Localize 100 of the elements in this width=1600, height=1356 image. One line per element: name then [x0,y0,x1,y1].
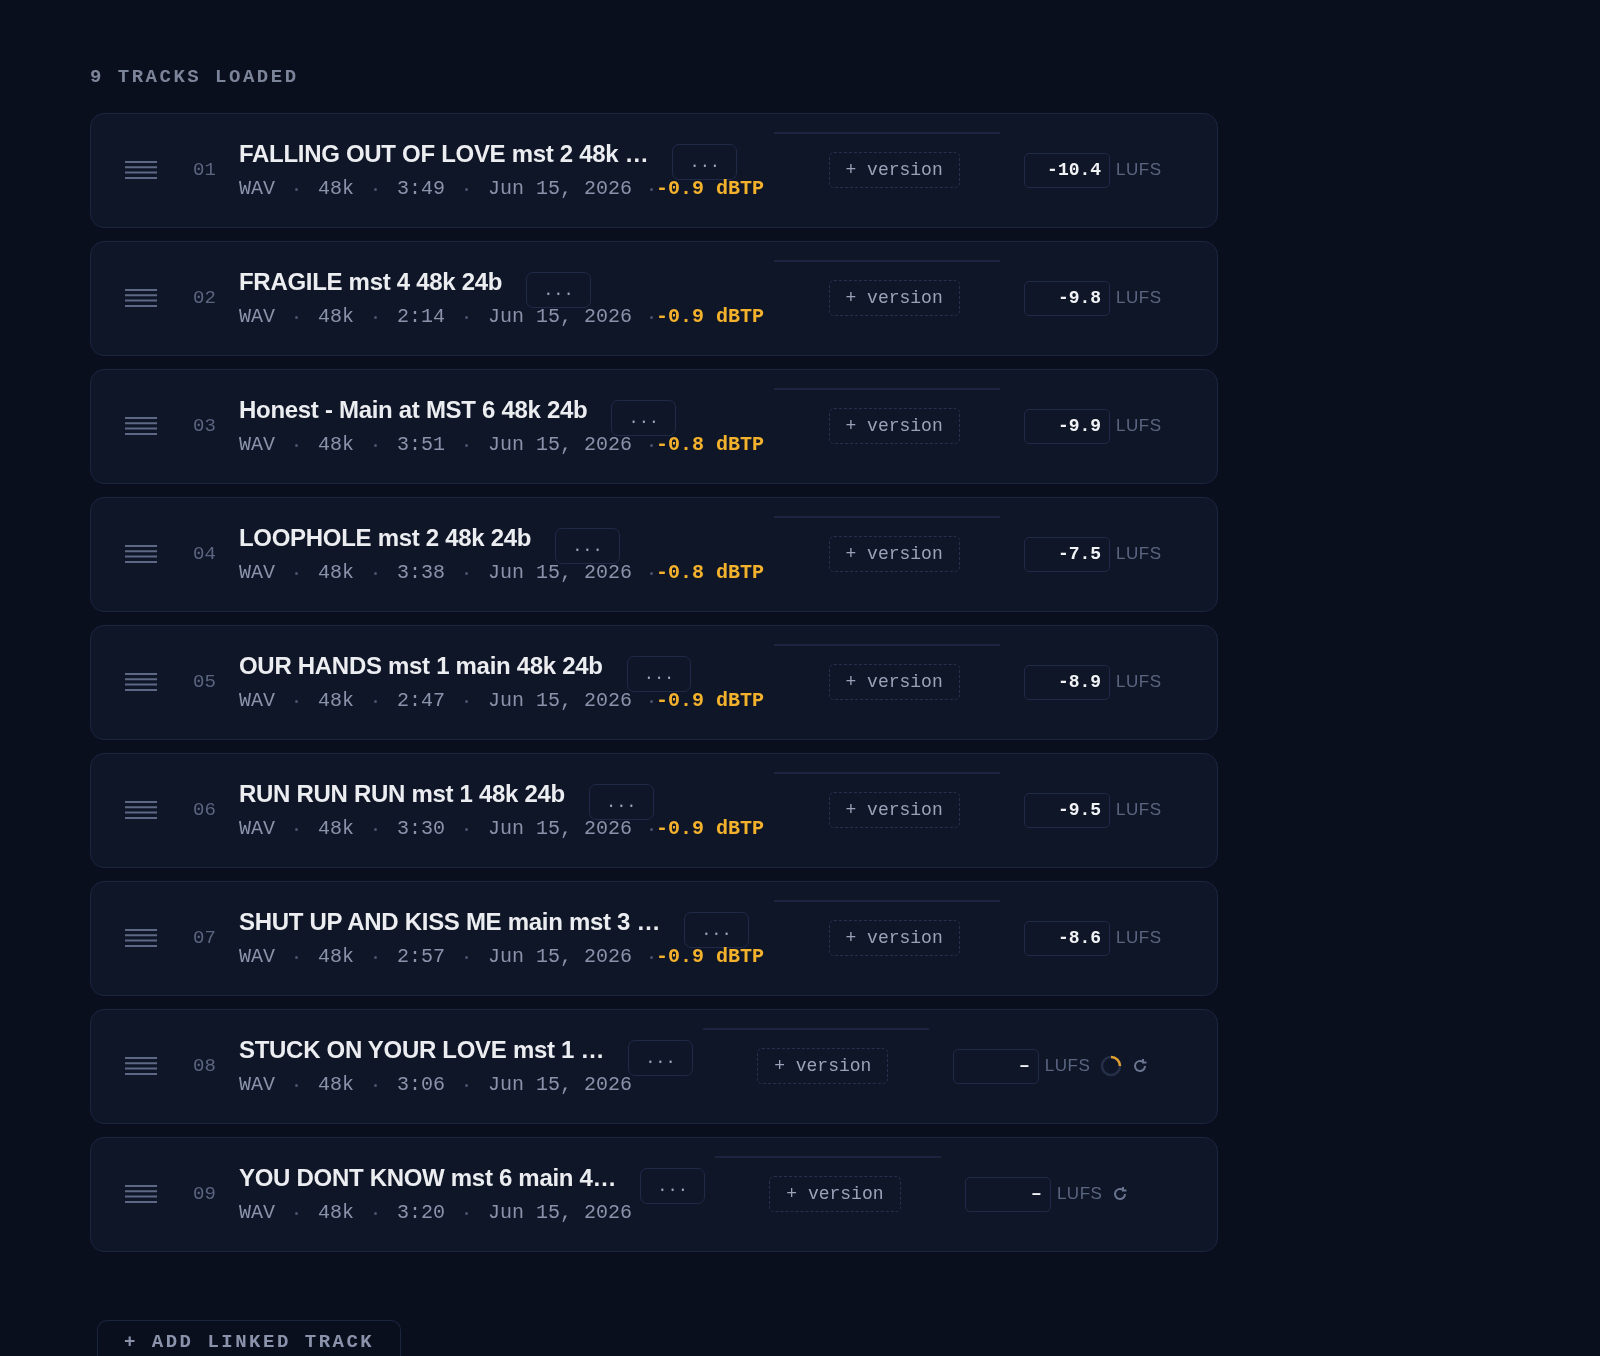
file-format: WAV [239,816,275,842]
track-title: LOOPHOLE mst 2 48k 24b [239,523,532,553]
duration: 3:20 [397,1200,446,1226]
sample-rate: 48k [318,816,355,842]
lufs-unit: LUFS [1116,927,1162,950]
track-number: 03 [193,413,217,439]
lufs-unit: LUFS [1116,671,1162,694]
drag-handle-icon[interactable] [125,289,157,307]
more-button[interactable]: ... [626,656,692,692]
track-number: 09 [193,1181,217,1207]
file-format: WAV [239,176,275,202]
file-format: WAV [239,432,275,458]
track-number: 07 [193,925,217,951]
lufs-unit: LUFS [1116,287,1162,310]
file-format: WAV [239,1200,275,1226]
track-number: 08 [193,1053,217,1079]
track-number: 02 [193,285,217,311]
lufs-field[interactable]: – [952,1048,1039,1084]
sample-rate: 48k [318,304,355,330]
add-version-button[interactable]: + version [828,664,960,700]
track-title: FRAGILE mst 4 48k 24b [239,267,503,297]
sample-rate: 48k [318,688,355,714]
drag-handle-icon[interactable] [125,929,157,947]
date: Jun 15, 2026 [488,1200,633,1226]
drag-handle-icon[interactable] [125,1057,157,1075]
refresh-icon[interactable] [1112,1186,1129,1202]
track-title: STUCK ON YOUR LOVE mst 1 … [239,1035,605,1065]
track-title: RUN RUN RUN mst 1 48k 24b [239,779,565,809]
track-title: OUR HANDS mst 1 main 48k 24b [239,651,603,681]
true-peak: -0.9 dBTP [656,304,765,330]
sample-rate: 48k [318,1072,355,1098]
sample-rate: 48k [318,1200,355,1226]
track-number: 01 [193,157,217,183]
lufs-unit: LUFS [1116,415,1162,438]
track-number: 05 [193,669,217,695]
more-button[interactable]: ... [684,912,749,948]
duration: 2:47 [397,688,446,714]
add-version-button[interactable]: + version [828,152,960,188]
more-button[interactable]: ... [611,400,677,436]
true-peak: -0.9 dBTP [656,816,765,842]
lufs-field[interactable]: -9.5 [1024,792,1111,828]
file-format: WAV [239,304,275,330]
more-button[interactable]: ... [640,1168,705,1204]
more-button[interactable]: ... [588,784,654,820]
drag-handle-icon[interactable] [125,417,157,435]
tracks-count-heading: 9 TRACKS LOADED [90,65,300,90]
track-title: SHUT UP AND KISS ME main mst 3 … [239,907,661,937]
duration: 2:14 [397,304,446,330]
duration: 3:51 [397,432,446,458]
file-format: WAV [239,560,275,586]
more-button[interactable]: ... [555,528,620,564]
drag-handle-icon[interactable] [125,161,157,179]
file-format: WAV [239,688,275,714]
sample-rate: 48k [318,432,355,458]
add-version-button[interactable]: + version [828,280,960,316]
track-number: 06 [193,797,217,823]
drag-handle-icon[interactable] [125,673,157,691]
add-version-button[interactable]: + version [757,1048,889,1084]
duration: 3:30 [397,816,446,842]
sample-rate: 48k [318,176,355,202]
lufs-field[interactable]: -7.5 [1024,536,1111,572]
drag-handle-icon[interactable] [125,545,157,563]
track-title: FALLING OUT OF LOVE mst 2 48k … [239,139,649,169]
date: Jun 15, 2026 [488,944,633,970]
add-version-button[interactable]: + version [769,1176,901,1212]
duration: 2:57 [397,944,446,970]
lufs-field[interactable]: -8.9 [1024,664,1111,700]
drag-handle-icon[interactable] [125,801,157,819]
more-button[interactable]: ... [628,1040,693,1076]
file-format: WAV [239,944,275,970]
duration: 3:38 [397,560,446,586]
lufs-field[interactable]: – [964,1176,1051,1212]
track-title: Honest - Main at MST 6 48k 24b [239,395,588,425]
refresh-icon[interactable] [1132,1058,1149,1074]
lufs-field[interactable]: -10.4 [1024,152,1111,188]
duration: 3:49 [397,176,446,202]
lufs-unit: LUFS [1116,159,1162,182]
sample-rate: 48k [318,560,355,586]
date: Jun 15, 2026 [488,176,633,202]
add-version-button[interactable]: + version [828,408,960,444]
track-title: YOU DONT KNOW mst 6 main 4… [239,1163,617,1193]
track-number: 04 [193,541,217,567]
more-button[interactable]: ... [526,272,591,308]
lufs-field[interactable]: -9.9 [1024,408,1111,444]
sample-rate: 48k [318,944,355,970]
add-linked-track-button[interactable]: + ADD LINKED TRACK [97,1319,402,1356]
lufs-unit: LUFS [1044,1055,1091,1078]
lufs-unit: LUFS [1116,799,1162,822]
add-version-button[interactable]: + version [828,536,960,572]
true-peak: -0.8 dBTP [656,560,765,586]
more-button[interactable]: ... [672,144,738,180]
drag-handle-icon[interactable] [125,1185,157,1203]
file-format: WAV [239,1072,275,1098]
lufs-field[interactable]: -8.6 [1024,920,1111,956]
duration: 3:06 [397,1072,446,1098]
lufs-unit: LUFS [1116,543,1162,566]
add-version-button[interactable]: + version [828,792,960,828]
lufs-field[interactable]: -9.8 [1024,280,1111,316]
add-version-button[interactable]: + version [828,920,960,956]
lufs-unit: LUFS [1056,1183,1103,1206]
